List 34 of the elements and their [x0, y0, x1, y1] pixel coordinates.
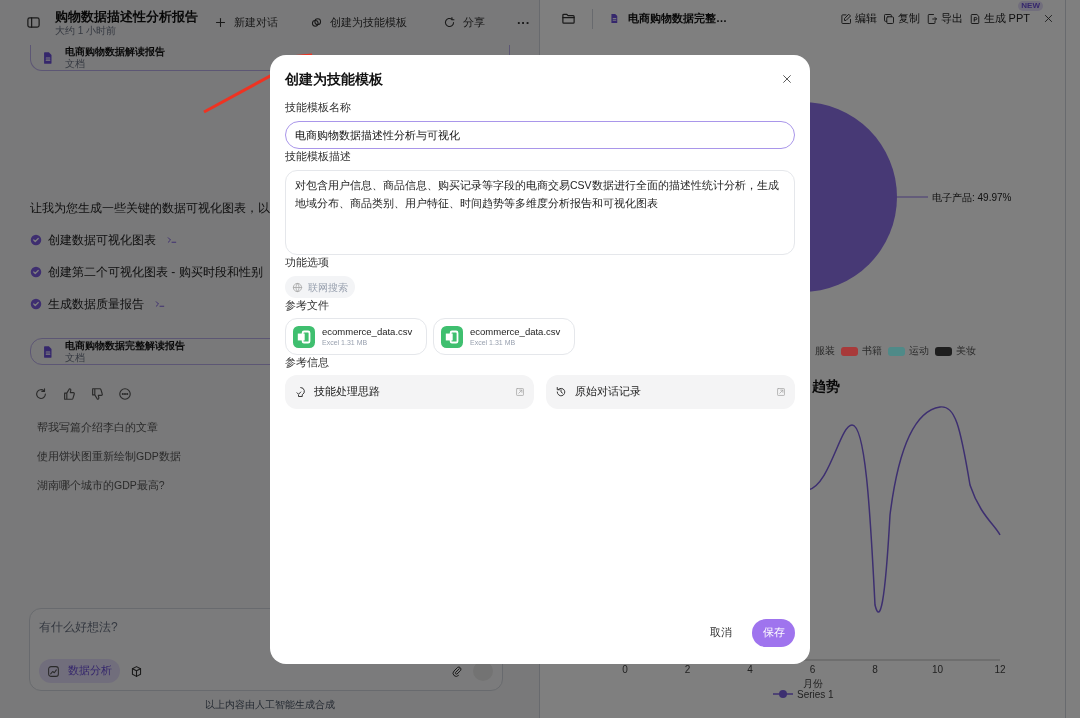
legend-label: 美妆 — [956, 345, 976, 357]
document-title: 电商购物数据解读报告 — [65, 45, 165, 58]
field-label: 技能模板名称 — [285, 100, 351, 114]
field-label: 参考信息 — [285, 355, 329, 369]
document-type: 文档 — [65, 58, 86, 70]
message-text: 让我为您生成一些关键的数据可视化图表，以 — [30, 200, 270, 217]
file-name: ecommerce_data.csv — [322, 325, 413, 338]
field-label: 技能模板描述 — [285, 149, 351, 163]
field-label: 参考文件 — [285, 298, 329, 312]
new-badge: NEW — [1018, 0, 1043, 11]
axis-tick-label: 12 — [994, 664, 1006, 675]
input-placeholder: 有什么好想法? — [39, 619, 118, 636]
pie-slice-label: 电子产品: 49.97% — [932, 192, 1012, 203]
field-label: 功能选项 — [285, 255, 329, 269]
file-name: ecommerce_data.csv — [470, 325, 561, 338]
axis-title: 月份 — [803, 678, 823, 689]
axis-tick-label: 0 — [622, 664, 628, 675]
axis-tick-label: 2 — [684, 664, 691, 675]
legend-label: 服装 — [815, 345, 835, 357]
axis-tick-label: 6 — [809, 664, 816, 675]
document-title: 电商购物数据完整解读报告 — [65, 339, 185, 352]
step-label: 创建第二个可视化图表 - 购买时段和性别 — [48, 264, 263, 281]
legend-label: 书籍 — [862, 345, 882, 357]
axis-tick-label: 10 — [931, 664, 944, 675]
document-type: 文档 — [65, 352, 86, 364]
step-label: 生成数据质量报告 — [48, 296, 144, 313]
chart-title: 趋势 — [812, 378, 840, 394]
axis-tick-label: 8 — [872, 664, 878, 675]
step-label: 创建数据可视化图表 — [48, 232, 156, 249]
legend-label: 运动 — [909, 345, 929, 357]
dialog-title: 创建为技能模板 — [285, 69, 383, 89]
conversation-title: 购物数据描述性分析报告 — [55, 8, 198, 25]
axis-tick-label: 4 — [747, 664, 753, 675]
legend-label: Series 1 — [797, 689, 834, 700]
